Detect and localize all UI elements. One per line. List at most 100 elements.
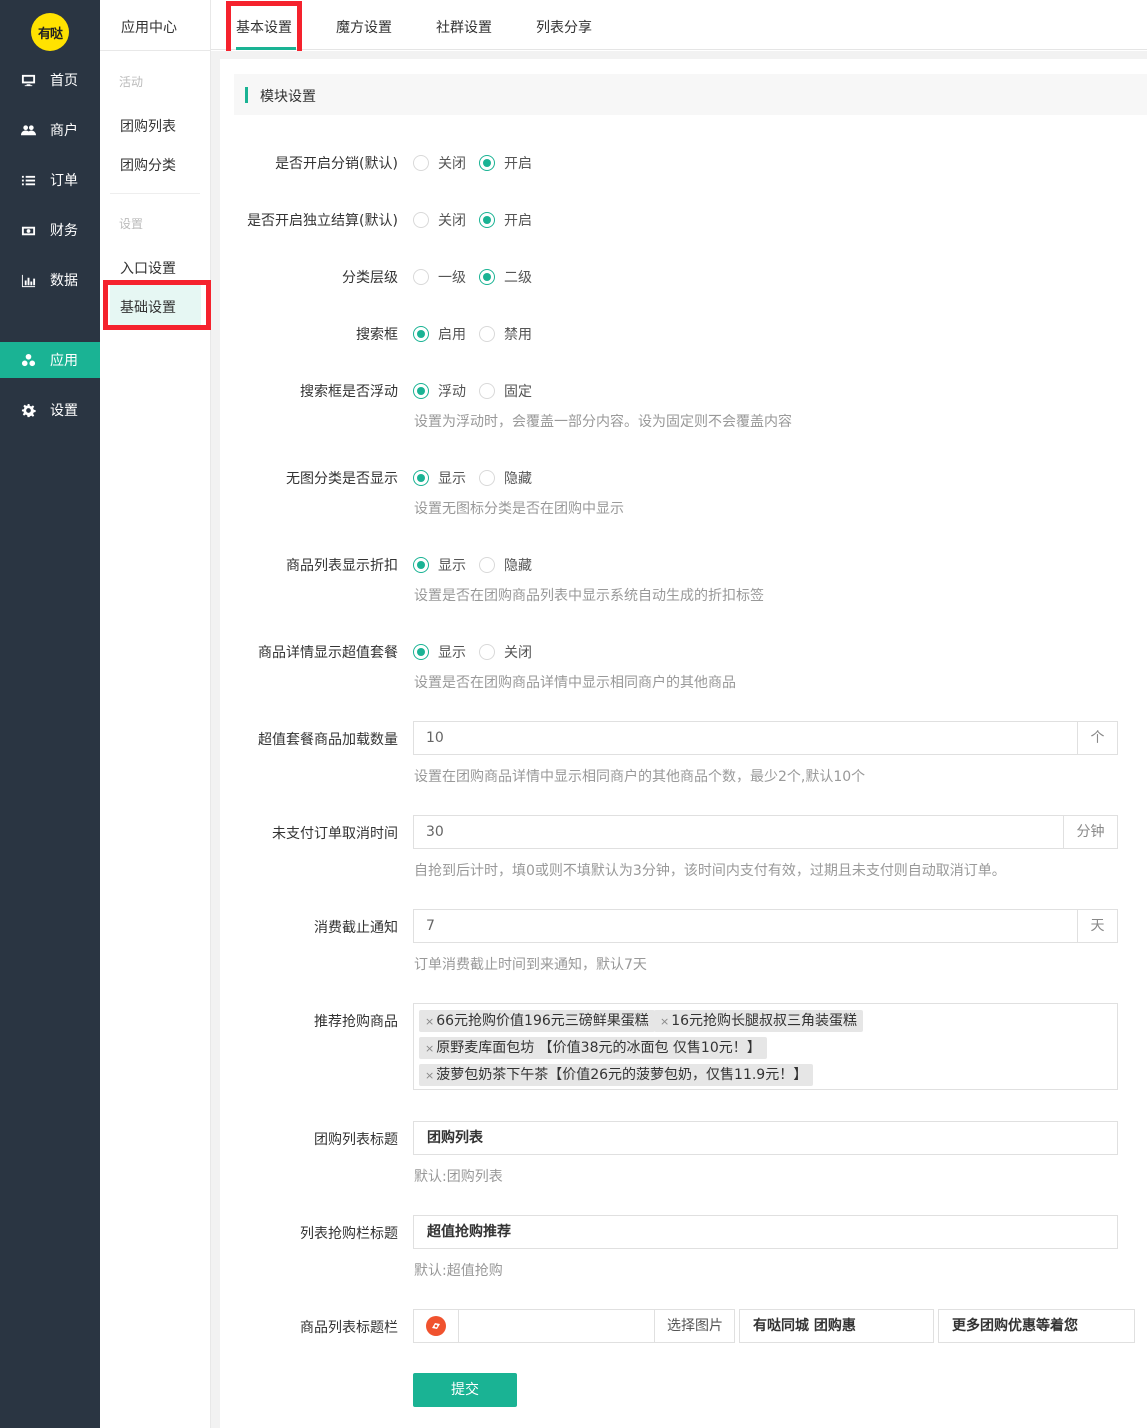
radio-distribution-on[interactable]: 开启 [479, 153, 532, 173]
radio-dot [479, 155, 495, 171]
radio-search-enable[interactable]: 启用 [413, 324, 466, 344]
radio-noimg-hide[interactable]: 隐藏 [479, 468, 532, 488]
radio-label: 二级 [504, 270, 532, 286]
submenu-item-entry-settings[interactable]: 入口设置 [120, 258, 176, 278]
radio-dot [413, 326, 429, 342]
users-icon [20, 122, 36, 138]
radio-label: 关闭 [438, 213, 466, 229]
submenu-item-basic-settings[interactable]: 基础设置 [120, 297, 176, 317]
flash-sale-title-input[interactable]: 超值抢购推荐 [413, 1215, 1118, 1249]
submenu-item-group-list[interactable]: 团购列表 [120, 116, 176, 136]
title-text-input-1[interactable]: 有哒同城 团购惠 [739, 1309, 934, 1343]
radio-search-fixed[interactable]: 固定 [479, 381, 532, 401]
tab-community-settings[interactable]: 社群设置 [436, 17, 492, 37]
help-text: 默认:超值抢购 [414, 1263, 503, 1279]
field-label: 搜索框 [356, 327, 398, 343]
help-text: 设置是否在团购商品详情中显示相同商户的其他商品 [414, 675, 736, 691]
radio-dot [413, 644, 429, 660]
field-label: 列表抢购栏标题 [300, 1226, 398, 1242]
radio-label: 禁用 [504, 327, 532, 343]
radio-label: 关闭 [504, 645, 532, 661]
input-value[interactable]: 30 [414, 816, 1063, 848]
product-tag: × 16元抢购长腿叔叔三角装蛋糕 [654, 1010, 864, 1032]
divider [100, 50, 211, 51]
nav-item-settings[interactable]: 设置 [0, 392, 100, 428]
submenu-title: 应用中心 [121, 20, 177, 36]
radio-dot [479, 269, 495, 285]
radio-discount-hide[interactable]: 隐藏 [479, 555, 532, 575]
expiry-notice-input[interactable]: 7 天 [413, 909, 1118, 943]
radio-level-two[interactable]: 二级 [479, 267, 532, 287]
list-icon [20, 172, 36, 188]
submit-button[interactable]: 提交 [413, 1373, 517, 1407]
radio-distribution-off[interactable]: 关闭 [413, 153, 466, 173]
field-label: 商品列表标题栏 [300, 1320, 398, 1336]
field-label: 商品详情显示超值套餐 [258, 645, 398, 661]
nav-label: 数据 [50, 273, 78, 289]
divider [110, 193, 200, 194]
choose-image-button[interactable]: 选择图片 [654, 1310, 735, 1342]
help-text: 设置是否在团购商品列表中显示系统自动生成的折扣标签 [414, 588, 764, 604]
nav-item-finance[interactable]: 财务 [0, 212, 100, 248]
tab-basic-settings[interactable]: 基本设置 [236, 17, 292, 37]
product-tag: × 菠萝包奶茶下午茶【价值26元的菠萝包奶，仅售11.9元！】 [419, 1064, 814, 1086]
image-preview [414, 1310, 459, 1342]
group-list-title-input[interactable]: 团购列表 [413, 1121, 1118, 1155]
radio-search-disable[interactable]: 禁用 [479, 324, 532, 344]
radio-label: 显示 [438, 645, 466, 661]
input-value[interactable]: 10 [414, 722, 1077, 754]
recommended-products-select[interactable]: × 66元抢购价值196元三磅鲜果蛋糕 × 16元抢购长腿叔叔三角装蛋糕 × 原野麦库… [413, 1003, 1118, 1090]
radio-package-show[interactable]: 显示 [413, 642, 466, 662]
nav-label: 商户 [50, 123, 78, 139]
remove-tag-icon[interactable]: × [425, 1069, 434, 1082]
logo[interactable]: 有哒 [31, 13, 69, 51]
nav-label: 财务 [50, 223, 78, 239]
radio-dot [413, 557, 429, 573]
radio-label: 隐藏 [504, 471, 532, 487]
nav-item-apps[interactable]: 应用 [0, 342, 100, 378]
money-icon [20, 222, 36, 238]
radio-settlement-off[interactable]: 关闭 [413, 210, 466, 230]
nav-item-orders[interactable]: 订单 [0, 162, 100, 198]
tab-magic-settings[interactable]: 魔方设置 [336, 17, 392, 37]
radio-label: 关闭 [438, 156, 466, 172]
help-text: 默认:团购列表 [414, 1169, 503, 1185]
input-addon: 分钟 [1063, 816, 1117, 848]
field-label: 消费截止通知 [314, 920, 398, 936]
submenu-group-settings: 设置 [119, 217, 144, 231]
radio-label: 浮动 [438, 384, 466, 400]
tab-list-share[interactable]: 列表分享 [536, 17, 592, 37]
remove-tag-icon[interactable]: × [660, 1015, 669, 1028]
field-label: 无图分类是否显示 [286, 471, 398, 487]
field-label: 推荐抢购商品 [314, 1014, 398, 1030]
nav-item-home[interactable]: 首页 [0, 62, 100, 98]
radio-label: 开启 [504, 213, 532, 229]
field-label: 超值套餐商品加载数量 [258, 732, 398, 748]
radio-level-one[interactable]: 一级 [413, 267, 466, 287]
radio-dot [479, 557, 495, 573]
nav-item-merchant[interactable]: 商户 [0, 112, 100, 148]
section-header: 模块设置 [234, 74, 1147, 115]
radio-package-close[interactable]: 关闭 [479, 642, 532, 662]
help-text: 设置无图标分类是否在团购中显示 [414, 501, 624, 517]
radio-dot [413, 155, 429, 171]
cancel-time-input[interactable]: 30 分钟 [413, 815, 1118, 849]
section-title: 模块设置 [260, 89, 316, 105]
remove-tag-icon[interactable]: × [425, 1042, 434, 1055]
radio-noimg-show[interactable]: 显示 [413, 468, 466, 488]
remove-tag-icon[interactable]: × [425, 1015, 434, 1028]
tag-label: 菠萝包奶茶下午茶【价值26元的菠萝包奶，仅售11.9元！】 [436, 1067, 808, 1083]
radio-settlement-on[interactable]: 开启 [479, 210, 532, 230]
radio-dot [479, 470, 495, 486]
submenu-item-group-category[interactable]: 团购分类 [120, 155, 176, 175]
radio-label: 显示 [438, 558, 466, 574]
app: 有哒 首页 商户 订单 财务 数据 应用 设置 应用中心 活动 团购列表 团购分… [0, 0, 1147, 1428]
title-text-input-2[interactable]: 更多团购优惠等着您 [938, 1309, 1135, 1343]
nav-item-data[interactable]: 数据 [0, 262, 100, 298]
radio-discount-show[interactable]: 显示 [413, 555, 466, 575]
radio-label: 显示 [438, 471, 466, 487]
package-count-input[interactable]: 10 个 [413, 721, 1118, 755]
radio-dot [479, 383, 495, 399]
radio-search-float[interactable]: 浮动 [413, 381, 466, 401]
input-value[interactable]: 7 [414, 910, 1077, 942]
